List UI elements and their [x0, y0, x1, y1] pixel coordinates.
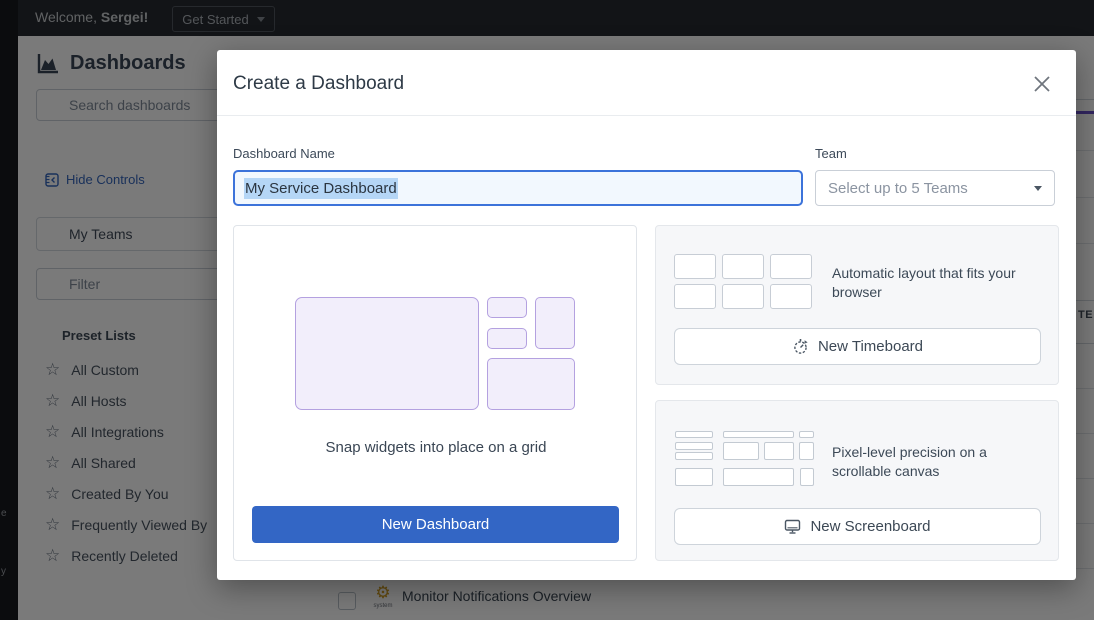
modal-header-divider: [217, 115, 1076, 116]
selected-input-text: My Service Dashboard: [244, 178, 398, 199]
close-icon[interactable]: [1032, 74, 1052, 94]
modal-title: Create a Dashboard: [233, 73, 404, 95]
screenboard-caption: Pixel-level precision on a scrollable ca…: [832, 443, 1048, 481]
timeboard-caption: Automatic layout that fits your browser: [832, 264, 1048, 302]
stopwatch-icon: [792, 338, 809, 355]
team-select[interactable]: Select up to 5 Teams: [815, 170, 1055, 206]
grid-dashboard-card: Snap widgets into place on a grid New Da…: [233, 225, 637, 561]
create-dashboard-modal: Create a Dashboard Dashboard Name My Ser…: [217, 50, 1076, 580]
new-dashboard-button[interactable]: New Dashboard: [252, 506, 619, 543]
screenboard-card: Pixel-level precision on a scrollable ca…: [655, 400, 1059, 561]
chevron-down-icon: [1034, 186, 1042, 191]
new-screenboard-button[interactable]: New Screenboard: [674, 508, 1041, 545]
dashboard-name-input[interactable]: My Service Dashboard: [233, 170, 803, 206]
monitor-icon: [784, 519, 801, 535]
dashboard-name-label: Dashboard Name: [233, 146, 335, 161]
team-label: Team: [815, 146, 847, 161]
new-screenboard-label: New Screenboard: [810, 518, 930, 535]
new-timeboard-label: New Timeboard: [818, 338, 923, 355]
team-select-placeholder: Select up to 5 Teams: [828, 180, 968, 197]
new-timeboard-button[interactable]: New Timeboard: [674, 328, 1041, 365]
grid-card-caption: Snap widgets into place on a grid: [234, 439, 638, 456]
timeboard-card: Automatic layout that fits your browser …: [655, 225, 1059, 385]
app-window: Welcome, Sergei! Get Started e y Dashboa…: [0, 0, 1094, 620]
grid-illustration: [295, 297, 577, 411]
